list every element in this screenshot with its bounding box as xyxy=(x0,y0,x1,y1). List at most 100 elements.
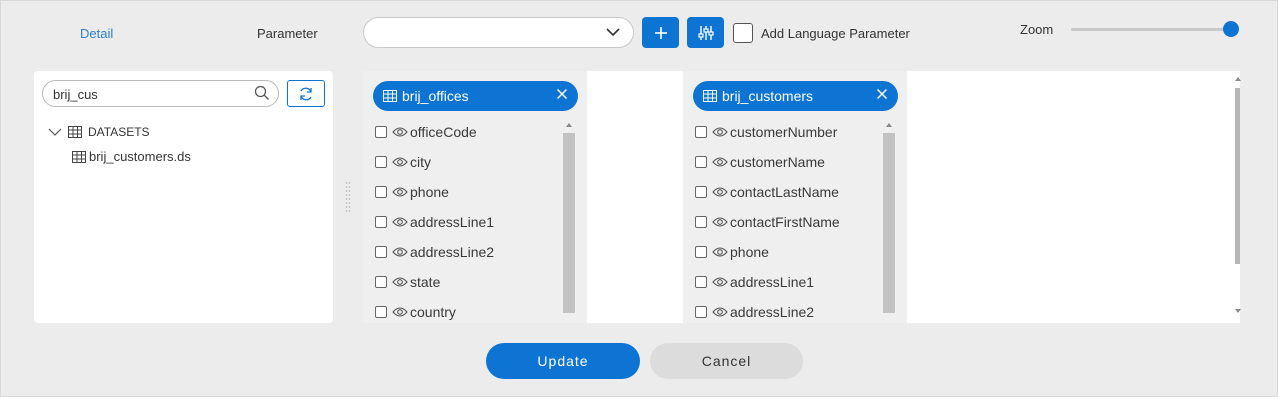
field-checkbox[interactable] xyxy=(375,186,387,198)
search-icon[interactable] xyxy=(254,85,270,101)
eye-icon[interactable] xyxy=(392,306,408,318)
canvas-scrollbar[interactable] xyxy=(1234,71,1242,323)
field-name: customerName xyxy=(730,154,825,170)
caret-up-icon[interactable] xyxy=(1234,75,1242,83)
tree-item-dataset[interactable]: brij_customers.ds xyxy=(72,149,191,164)
canvas-scrollbar-thumb[interactable] xyxy=(1235,88,1240,264)
dataset-card: brij_offices officeCode city phone addressLi… xyxy=(363,71,587,323)
field-name: contactFirstName xyxy=(730,214,840,230)
close-icon[interactable] xyxy=(876,88,888,100)
plus-icon xyxy=(654,26,667,39)
caret-up-icon[interactable] xyxy=(563,121,575,129)
field-name: addressLine1 xyxy=(410,214,495,230)
field-checkbox[interactable] xyxy=(375,126,387,138)
field-row[interactable]: contactLastName xyxy=(695,181,839,203)
tree-node-label: DATASETS xyxy=(88,125,150,139)
field-name: addressLine2 xyxy=(410,244,495,260)
eye-icon[interactable] xyxy=(712,246,728,258)
field-checkbox[interactable] xyxy=(695,246,707,258)
field-checkbox[interactable] xyxy=(375,246,387,258)
dataset-card-header[interactable]: brij_customers xyxy=(693,81,898,111)
zoom-slider-track[interactable] xyxy=(1071,28,1231,31)
field-row[interactable]: phone xyxy=(695,241,769,263)
field-name: addressLine1 xyxy=(730,274,815,290)
field-list-scrollbar[interactable] xyxy=(883,121,895,323)
field-checkbox[interactable] xyxy=(695,126,707,138)
field-list-scrollbar[interactable] xyxy=(563,121,575,323)
field-row[interactable]: addressLine2 xyxy=(375,241,494,263)
field-row[interactable]: state xyxy=(375,271,440,293)
cancel-button[interactable]: Cancel xyxy=(650,343,803,379)
field-row[interactable]: addressLine2 xyxy=(695,301,814,323)
eye-icon[interactable] xyxy=(392,216,408,228)
eye-icon[interactable] xyxy=(712,186,728,198)
eye-icon[interactable] xyxy=(712,216,728,228)
refresh-icon xyxy=(300,87,312,100)
field-list-scrollbar-thumb[interactable] xyxy=(883,133,895,313)
refresh-button[interactable] xyxy=(287,80,325,107)
field-list-scrollbar-thumb[interactable] xyxy=(563,133,575,313)
field-checkbox[interactable] xyxy=(695,306,707,318)
tab-detail[interactable]: Detail xyxy=(80,26,113,41)
field-name: city xyxy=(410,154,431,170)
field-checkbox[interactable] xyxy=(695,216,707,228)
field-name: phone xyxy=(410,184,449,200)
field-checkbox[interactable] xyxy=(695,186,707,198)
dataset-card: brij_customers customerNumber customerName… xyxy=(683,71,907,323)
eye-icon[interactable] xyxy=(392,156,408,168)
field-row[interactable]: country xyxy=(375,301,456,323)
zoom-slider-thumb[interactable] xyxy=(1223,21,1239,37)
field-row[interactable]: addressLine1 xyxy=(695,271,814,293)
field-name: country xyxy=(410,304,456,320)
eye-icon[interactable] xyxy=(712,276,728,288)
field-row[interactable]: contactFirstName xyxy=(695,211,840,233)
dataset-title: brij_offices xyxy=(402,88,469,104)
eye-icon[interactable] xyxy=(712,156,728,168)
update-button[interactable]: Update xyxy=(486,343,640,379)
field-checkbox[interactable] xyxy=(375,306,387,318)
tree-item-label: brij_customers.ds xyxy=(89,149,191,164)
parameter-label: Parameter xyxy=(257,26,318,41)
field-checkbox[interactable] xyxy=(375,216,387,228)
field-checkbox[interactable] xyxy=(695,156,707,168)
add-parameter-button[interactable] xyxy=(642,17,679,48)
field-name: customerNumber xyxy=(730,124,838,140)
field-checkbox[interactable] xyxy=(375,276,387,288)
dataset-title: brij_customers xyxy=(722,88,814,104)
field-name: officeCode xyxy=(410,124,477,140)
eye-icon[interactable] xyxy=(392,186,408,198)
close-icon[interactable] xyxy=(556,88,568,100)
field-row[interactable]: city xyxy=(375,151,431,173)
search-input[interactable] xyxy=(53,84,243,104)
dataset-panel: DATASETS brij_customers.ds xyxy=(34,71,333,323)
field-row[interactable]: customerName xyxy=(695,151,825,173)
field-name: phone xyxy=(730,244,769,260)
field-row[interactable]: officeCode xyxy=(375,121,477,143)
field-row[interactable]: phone xyxy=(375,181,449,203)
eye-icon[interactable] xyxy=(712,306,728,318)
field-name: addressLine2 xyxy=(730,304,815,320)
caret-down-icon[interactable] xyxy=(1234,307,1242,315)
eye-icon[interactable] xyxy=(392,246,408,258)
tune-icon xyxy=(697,25,714,40)
dialog: Detail Parameter Add Language Parameter … xyxy=(0,0,1278,397)
join-canvas: brij_offices officeCode city phone addressLi… xyxy=(363,71,1240,323)
field-row[interactable]: customerNumber xyxy=(695,121,837,143)
table-icon xyxy=(72,150,86,163)
field-row[interactable]: addressLine1 xyxy=(375,211,494,233)
field-checkbox[interactable] xyxy=(375,156,387,168)
tree-node-datasets[interactable]: DATASETS xyxy=(48,125,150,139)
parameter-select[interactable] xyxy=(363,17,634,48)
caret-up-icon[interactable] xyxy=(883,121,895,129)
eye-icon[interactable] xyxy=(392,276,408,288)
field-checkbox[interactable] xyxy=(695,276,707,288)
table-icon xyxy=(383,90,397,102)
eye-icon[interactable] xyxy=(712,126,728,138)
field-name: state xyxy=(410,274,441,290)
parameter-settings-button[interactable] xyxy=(687,17,724,48)
eye-icon[interactable] xyxy=(392,126,408,138)
chevron-down-icon[interactable] xyxy=(48,126,62,138)
panel-splitter-handle[interactable] xyxy=(345,181,351,213)
add-language-checkbox[interactable] xyxy=(733,23,753,43)
dataset-card-header[interactable]: brij_offices xyxy=(373,81,578,111)
